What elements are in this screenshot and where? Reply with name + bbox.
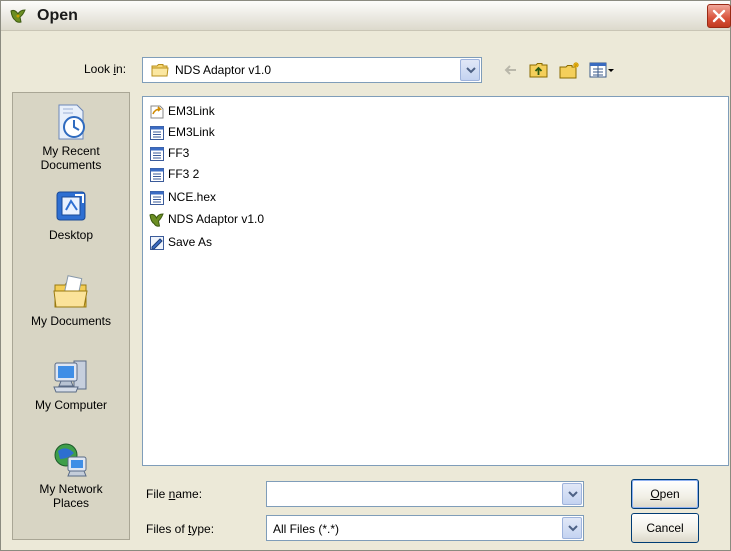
place-my-computer[interactable]: My Computer xyxy=(13,357,129,412)
open-button[interactable]: Open xyxy=(631,479,699,509)
back-arrow-icon[interactable] xyxy=(502,61,518,79)
up-folder-icon[interactable] xyxy=(529,61,549,79)
place-my-documents[interactable]: My Documents xyxy=(13,275,129,328)
file-name: EM3Link xyxy=(168,125,215,139)
file-name: EM3Link xyxy=(168,104,215,118)
chevron-down-icon xyxy=(568,491,578,498)
places-bar: My Recent Documents Desktop My Documents xyxy=(12,92,130,540)
window-title: Open xyxy=(37,7,78,24)
look-in-dropdown-button[interactable] xyxy=(460,59,480,81)
file-name: FF3 2 xyxy=(168,167,200,181)
document-icon xyxy=(150,147,164,161)
folder-icon xyxy=(151,64,169,77)
look-in-label: Look in: xyxy=(84,62,127,76)
place-label: My Computer xyxy=(34,398,108,412)
file-name: NDS Adaptor v1.0 xyxy=(168,212,265,226)
open-dialog: Open Look in: NDS Adaptor v1.0 My Recent… xyxy=(0,0,731,551)
shortcut-icon xyxy=(150,105,164,119)
place-desktop[interactable]: Desktop xyxy=(13,189,129,242)
file-type-value: All Files (*.*) xyxy=(273,522,340,536)
my-computer-icon xyxy=(53,360,87,393)
place-label: My Network xyxy=(39,482,103,496)
file-name: FF3 xyxy=(168,146,190,160)
recent-documents-icon xyxy=(58,104,85,140)
file-name-field[interactable] xyxy=(266,481,584,507)
close-button[interactable] xyxy=(707,4,731,28)
view-menu-icon[interactable] xyxy=(589,61,615,79)
place-label: My Documents xyxy=(30,314,112,328)
document-icon xyxy=(150,168,164,182)
place-label: Places xyxy=(52,496,90,510)
file-name-dropdown-button[interactable] xyxy=(562,483,582,505)
place-label: My Recent xyxy=(42,144,100,158)
file-name: NCE.hex xyxy=(168,190,217,204)
document-icon xyxy=(150,191,164,205)
place-my-recent-documents[interactable]: My Recent Documents xyxy=(13,103,129,172)
desktop-icon xyxy=(56,191,86,221)
look-in-value: NDS Adaptor v1.0 xyxy=(175,63,272,77)
close-icon xyxy=(712,9,726,23)
chevron-down-icon xyxy=(568,525,578,532)
app-icon xyxy=(10,9,26,23)
new-folder-icon[interactable] xyxy=(559,61,581,79)
look-in-combo[interactable]: NDS Adaptor v1.0 xyxy=(142,57,482,83)
file-type-dropdown-button[interactable] xyxy=(562,517,582,539)
network-places-icon xyxy=(54,443,87,477)
document-icon xyxy=(150,126,164,140)
place-label: Documents xyxy=(40,158,102,172)
save-as-icon xyxy=(150,236,164,250)
app-icon xyxy=(149,213,164,227)
my-documents-icon xyxy=(53,275,88,308)
title-bar[interactable]: Open xyxy=(1,1,731,31)
chevron-down-icon xyxy=(466,67,476,74)
place-label: Desktop xyxy=(48,228,94,242)
file-name: Save As xyxy=(168,235,213,249)
cancel-button[interactable]: Cancel xyxy=(631,513,699,543)
file-type-label: Files of type: xyxy=(146,522,215,536)
file-name-label: File name: xyxy=(146,487,203,501)
file-type-select[interactable]: All Files (*.*) xyxy=(266,515,584,541)
file-list[interactable]: EM3Link EM3Link FF3 FF3 2 NCE.hex NDS Ad… xyxy=(142,96,729,466)
place-my-network-places[interactable]: My Network Places xyxy=(13,441,129,510)
